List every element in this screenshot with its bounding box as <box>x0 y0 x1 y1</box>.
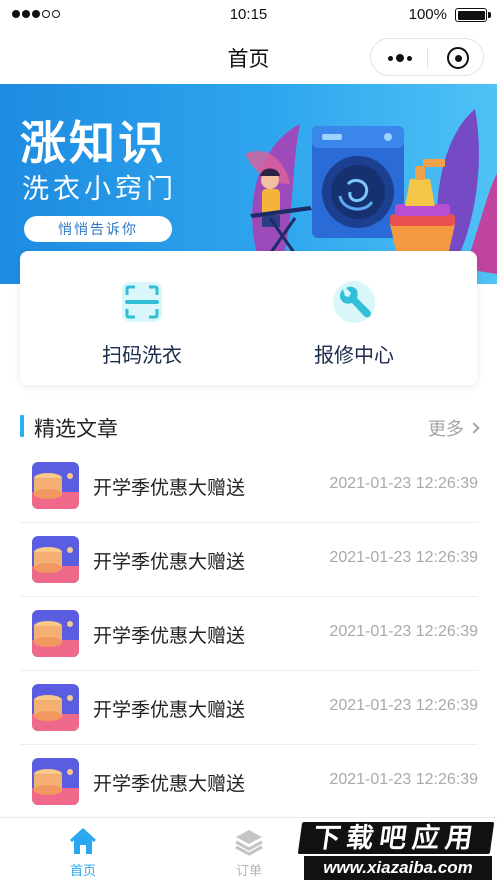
watermark-top: 下载吧应用 <box>295 820 497 856</box>
article-title: 开学季优惠大赠送 <box>93 700 246 721</box>
more-menu-button[interactable] <box>375 39 425 77</box>
battery-percent: 100% <box>408 6 447 23</box>
scan-icon <box>122 282 162 322</box>
status-bar: 10:15 100% <box>0 0 497 30</box>
home-icon <box>69 828 97 854</box>
article-title: 开学季优惠大赠送 <box>93 552 246 573</box>
wrench-icon <box>333 281 375 323</box>
section-title: 精选文章 <box>34 418 118 441</box>
banner-subtitle: 洗衣小窍门 <box>22 174 177 204</box>
articles-header: 精选文章 更多 <box>20 413 480 443</box>
article-thumbnail <box>32 684 79 731</box>
chevron-right-icon <box>468 422 480 434</box>
repair-center-label: 报修中心 <box>314 345 394 367</box>
tab-home[interactable]: 首页 <box>48 818 118 883</box>
article-time: 2021-01-23 12:26:39 <box>329 697 478 714</box>
banner-title: 涨知识 <box>20 117 167 169</box>
article-time: 2021-01-23 12:26:39 <box>329 549 478 566</box>
target-icon <box>447 47 469 69</box>
article-time: 2021-01-23 12:26:39 <box>329 475 478 492</box>
article-thumbnail <box>32 758 79 805</box>
list-item[interactable]: 开学季优惠大赠送 2021-01-23 12:26:39 <box>20 671 478 745</box>
article-time: 2021-01-23 12:26:39 <box>329 623 478 640</box>
list-item[interactable]: 开学季优惠大赠送 2021-01-23 12:26:39 <box>20 449 478 523</box>
repair-center-button[interactable]: 报修中心 <box>240 251 468 385</box>
list-item[interactable]: 开学季优惠大赠送 2021-01-23 12:26:39 <box>20 597 478 671</box>
article-title: 开学季优惠大赠送 <box>93 478 246 499</box>
article-thumbnail <box>32 536 79 583</box>
article-list: 开学季优惠大赠送 2021-01-23 12:26:39 开学季优惠大赠送 20… <box>20 449 478 819</box>
close-miniprogram-button[interactable] <box>435 39 481 77</box>
scan-wash-label: 扫码洗衣 <box>102 345 182 367</box>
article-title: 开学季优惠大赠送 <box>93 626 246 647</box>
battery-icon <box>455 8 491 22</box>
article-time: 2021-01-23 12:26:39 <box>329 771 478 788</box>
scan-wash-button[interactable]: 扫码洗衣 <box>28 251 256 385</box>
tab-orders-label: 订单 <box>235 863 262 878</box>
article-title: 开学季优惠大赠送 <box>93 774 246 795</box>
list-item[interactable]: 开学季优惠大赠送 2021-01-23 12:26:39 <box>20 745 478 819</box>
layers-icon <box>235 830 263 856</box>
article-thumbnail <box>32 462 79 509</box>
list-item[interactable]: 开学季优惠大赠送 2021-01-23 12:26:39 <box>20 523 478 597</box>
miniprogram-capsule <box>370 38 484 76</box>
more-link-label: 更多 <box>428 419 464 439</box>
section-accent-bar <box>20 415 24 437</box>
nav-bar: 首页 <box>0 30 497 84</box>
tab-home-label: 首页 <box>69 863 96 878</box>
banner-pill: 悄悄告诉你 <box>24 216 172 242</box>
watermark-bottom: www.xiazaiba.com <box>304 856 492 880</box>
more-articles-link[interactable]: 更多 <box>428 415 480 441</box>
site-watermark: 下载吧应用 www.xiazaiba.com <box>295 820 497 880</box>
article-thumbnail <box>32 610 79 657</box>
service-card: 扫码洗衣 报修中心 <box>20 251 477 385</box>
tab-orders[interactable]: 订单 <box>214 818 284 883</box>
